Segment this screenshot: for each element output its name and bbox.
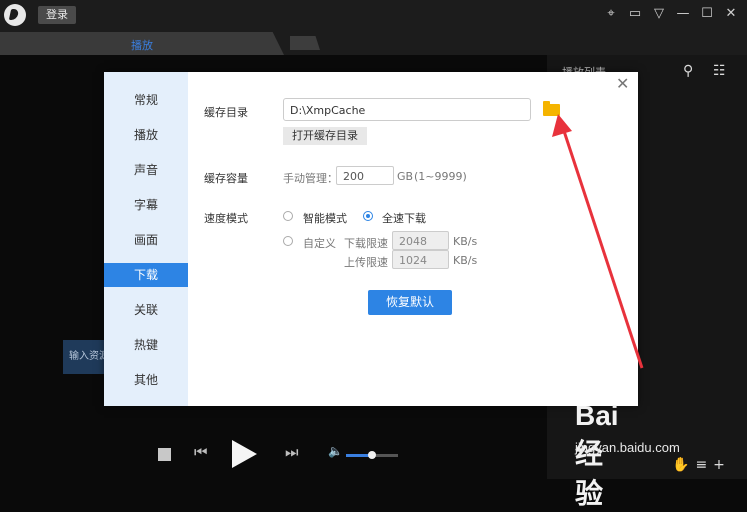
watermark-text: Bai 经验 — [575, 400, 619, 509]
arrow-head — [552, 114, 572, 137]
annotation-arrow — [552, 114, 644, 369]
arrow-shaft — [561, 127, 644, 369]
watermark-url: jingyan.baidu.com — [575, 440, 680, 455]
